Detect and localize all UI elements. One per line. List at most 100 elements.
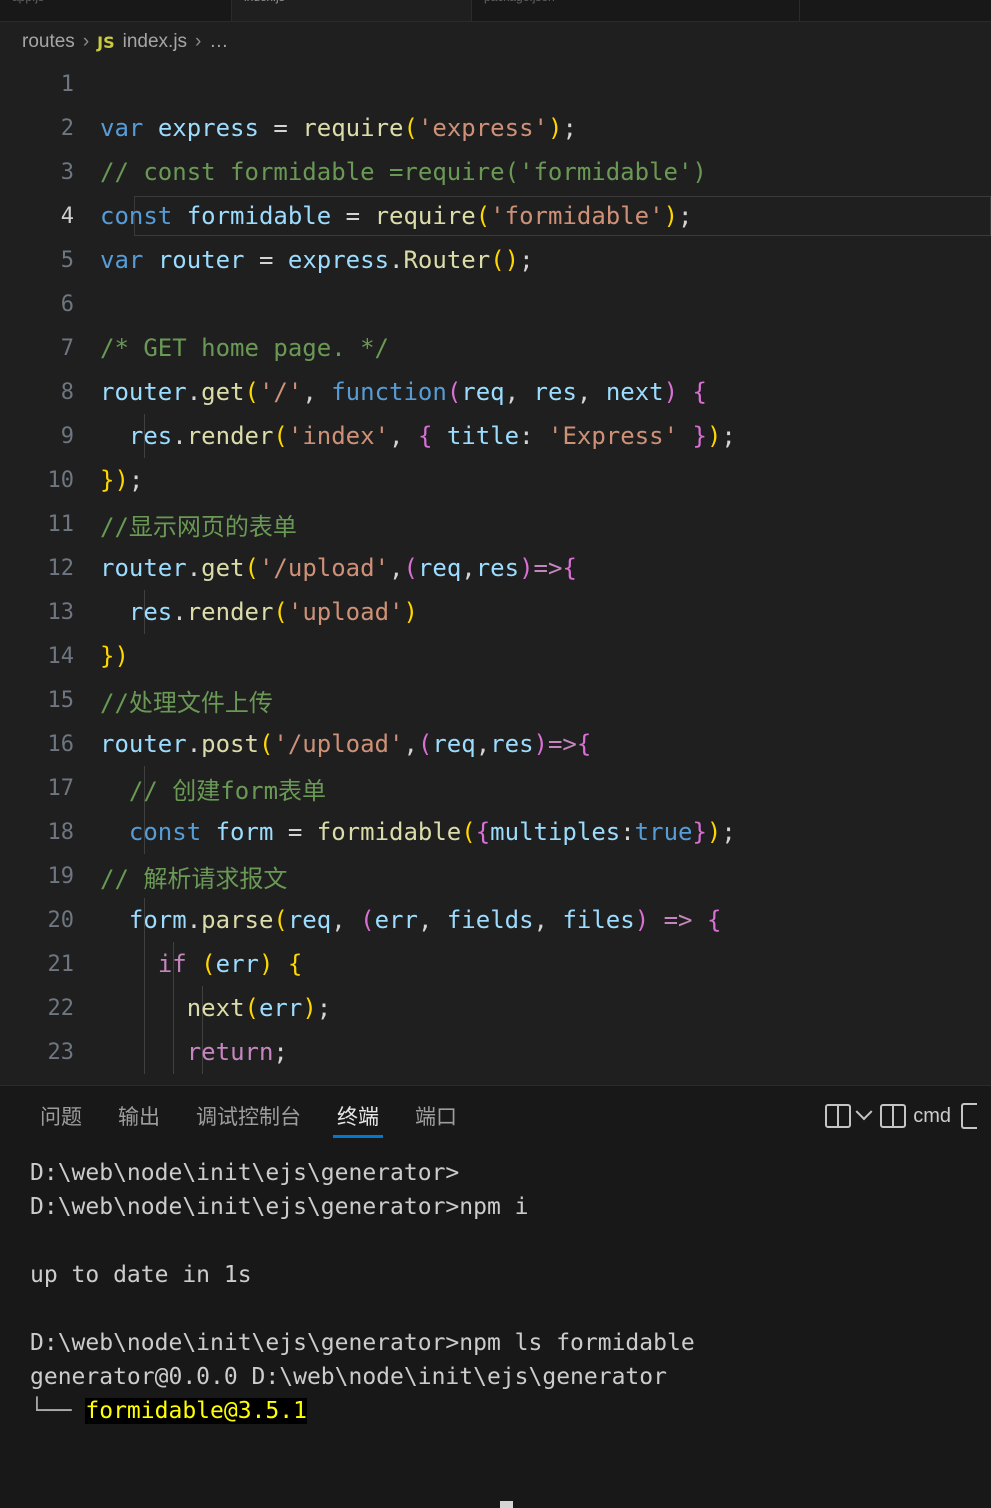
code-line[interactable]: 9 res.render('index', { title: 'Express'… <box>0 414 991 458</box>
panel-maximize-icon[interactable] <box>961 1103 977 1129</box>
code-line[interactable]: 5 var router = express.Router(); <box>0 238 991 282</box>
split-editor-icon <box>825 1104 852 1128</box>
terminal-highlighted-match: formidable@3.5.1 <box>85 1398 307 1424</box>
terminal-output[interactable]: D:\web\node\init\ejs\generator> D:\web\no… <box>0 1146 991 1508</box>
code-line[interactable]: 17 // 创建form表单 <box>0 766 991 810</box>
chevron-down-icon[interactable] <box>855 1103 873 1121</box>
breadcrumb-file[interactable]: index.js <box>123 31 187 53</box>
code-text: }); <box>100 466 144 494</box>
line-number: 19 <box>47 863 75 889</box>
code-line[interactable]: 8 router.get('/', function(req, res, next… <box>0 370 991 414</box>
terminal-cursor <box>500 1501 513 1508</box>
code-line[interactable]: 20 form.parse(req, (err, fields, files) … <box>0 898 991 942</box>
code-text: next(err); <box>186 994 332 1022</box>
line-number: 17 <box>47 775 75 801</box>
code-line[interactable]: 2 var express = require('express'); <box>0 106 991 150</box>
panel-tab-label: 端口 <box>415 1106 457 1129</box>
line-number: 23 <box>47 1039 75 1065</box>
code-line[interactable]: 4 const formidable = require('formidable'… <box>0 194 991 238</box>
line-number: 13 <box>47 599 75 625</box>
line-number: 12 <box>47 555 75 581</box>
code-line[interactable]: 14}) <box>0 634 991 678</box>
line-number: 15 <box>47 687 75 713</box>
code-line[interactable]: 3 // const formidable =require('formidabl… <box>0 150 991 194</box>
code-line[interactable]: 18 const form = formidable({multiples:tr… <box>0 810 991 854</box>
panel-tab-list: 问题 输出 调试控制台 终端 端口 <box>22 1086 825 1146</box>
editor-tab-label: index.js <box>244 0 285 4</box>
panel-tab-3[interactable]: 终端 <box>319 1086 397 1146</box>
panel-tab-2[interactable]: 调试控制台 <box>178 1086 319 1146</box>
line-number: 3 <box>60 159 74 185</box>
code-text: const formidable = require('formidable')… <box>100 202 693 230</box>
code-line[interactable]: 19 // 解析请求报文 <box>0 854 991 898</box>
line-number: 20 <box>47 907 75 933</box>
code-line[interactable]: 22 next(err); <box>0 986 991 1030</box>
code-text: if (err) { <box>157 950 303 978</box>
code-text: res.render('index', { title: 'Express' }… <box>128 422 736 450</box>
line-number: 14 <box>47 643 75 669</box>
breadcrumb-overflow[interactable]: … <box>209 31 229 53</box>
code-text: router.get('/', function(req, res, next)… <box>100 378 707 406</box>
code-line[interactable]: 15 //处理文件上传 <box>0 678 991 722</box>
panel-tab-label: 问题 <box>40 1106 82 1129</box>
line-number: 18 <box>47 819 75 845</box>
code-text: res.render('upload') <box>128 598 418 626</box>
split-terminal-button[interactable] <box>825 1103 873 1128</box>
code-line[interactable]: 1 <box>0 62 991 106</box>
panel-tab-0[interactable]: 问题 <box>22 1086 100 1146</box>
line-number: 16 <box>47 731 75 757</box>
terminal-line: D:\web\node\init\ejs\generator>npm ls fo… <box>30 1330 695 1356</box>
vscode-window: app.js index.js package.json routes › JS… <box>0 0 991 1508</box>
code-line[interactable]: 23 return; <box>0 1030 991 1074</box>
code-editor[interactable]: 1 2 var express = require('express'); 3// c… <box>0 62 991 1085</box>
chevron-right-icon: › <box>82 31 90 52</box>
terminal-line: └── formidable@3.5.1 <box>30 1394 991 1428</box>
code-text: //处理文件上传 <box>100 688 273 717</box>
panel-tab-label: 调试控制台 <box>196 1106 301 1129</box>
panel-tab-label: 输出 <box>118 1106 160 1129</box>
code-text: const form = formidable({multiples:true}… <box>128 818 736 846</box>
line-number: 11 <box>47 511 75 537</box>
code-line[interactable]: 11 //显示网页的表单 <box>0 502 991 546</box>
line-number: 22 <box>47 995 75 1021</box>
code-text: var express = require('express'); <box>100 114 577 142</box>
code-line[interactable]: 16 router.post('/upload',(req,res)=>{ <box>0 722 991 766</box>
terminal-shell-label: cmd <box>913 1104 951 1127</box>
code-line[interactable]: 12 router.get('/upload',(req,res)=>{ <box>0 546 991 590</box>
code-line[interactable]: 13 res.render('upload') <box>0 590 991 634</box>
editor-tab-0[interactable]: app.js <box>0 0 232 21</box>
line-number: 2 <box>60 115 74 141</box>
chevron-right-icon: › <box>195 31 202 52</box>
editor-tab-label: package.json <box>484 0 555 4</box>
line-number: 4 <box>60 203 74 229</box>
terminal-line: D:\web\node\init\ejs\generator>npm i <box>30 1194 529 1220</box>
editor-tab-bar: app.js index.js package.json <box>0 0 991 22</box>
code-text: // 创建form表单 <box>100 776 327 805</box>
code-text: return; <box>186 1038 288 1066</box>
line-number: 9 <box>60 423 74 449</box>
terminal-line: D:\web\node\init\ejs\generator> <box>30 1160 460 1186</box>
code-line[interactable]: 6 <box>0 282 991 326</box>
editor-tab-2[interactable]: package.json <box>472 0 800 21</box>
editor-tab-overflow[interactable] <box>800 0 991 21</box>
panel-tab-4[interactable]: 端口 <box>397 1086 475 1146</box>
terminal-shell-selector[interactable]: cmd <box>880 1104 951 1128</box>
code-text: router.get('/upload',(req,res)=>{ <box>100 554 577 582</box>
terminal-tree-glyph: └── <box>30 1398 86 1424</box>
code-text: // const formidable =require('formidable… <box>100 158 707 186</box>
line-number: 21 <box>47 951 75 977</box>
breadcrumb-folder[interactable]: routes <box>22 31 75 53</box>
code-text: router.post('/upload',(req,res)=>{ <box>100 730 592 758</box>
terminal-panel-icon <box>880 1104 907 1128</box>
panel-tab-1[interactable]: 输出 <box>100 1086 178 1146</box>
line-number: 5 <box>60 247 74 273</box>
code-line[interactable]: 10}); <box>0 458 991 502</box>
line-number: 1 <box>60 71 74 97</box>
code-text: }) <box>100 642 129 670</box>
code-line[interactable]: 21 if (err) { <box>0 942 991 986</box>
code-line[interactable]: 7 /* GET home page. */ <box>0 326 991 370</box>
editor-tab-1[interactable]: index.js <box>232 0 472 21</box>
line-number: 6 <box>60 291 74 317</box>
